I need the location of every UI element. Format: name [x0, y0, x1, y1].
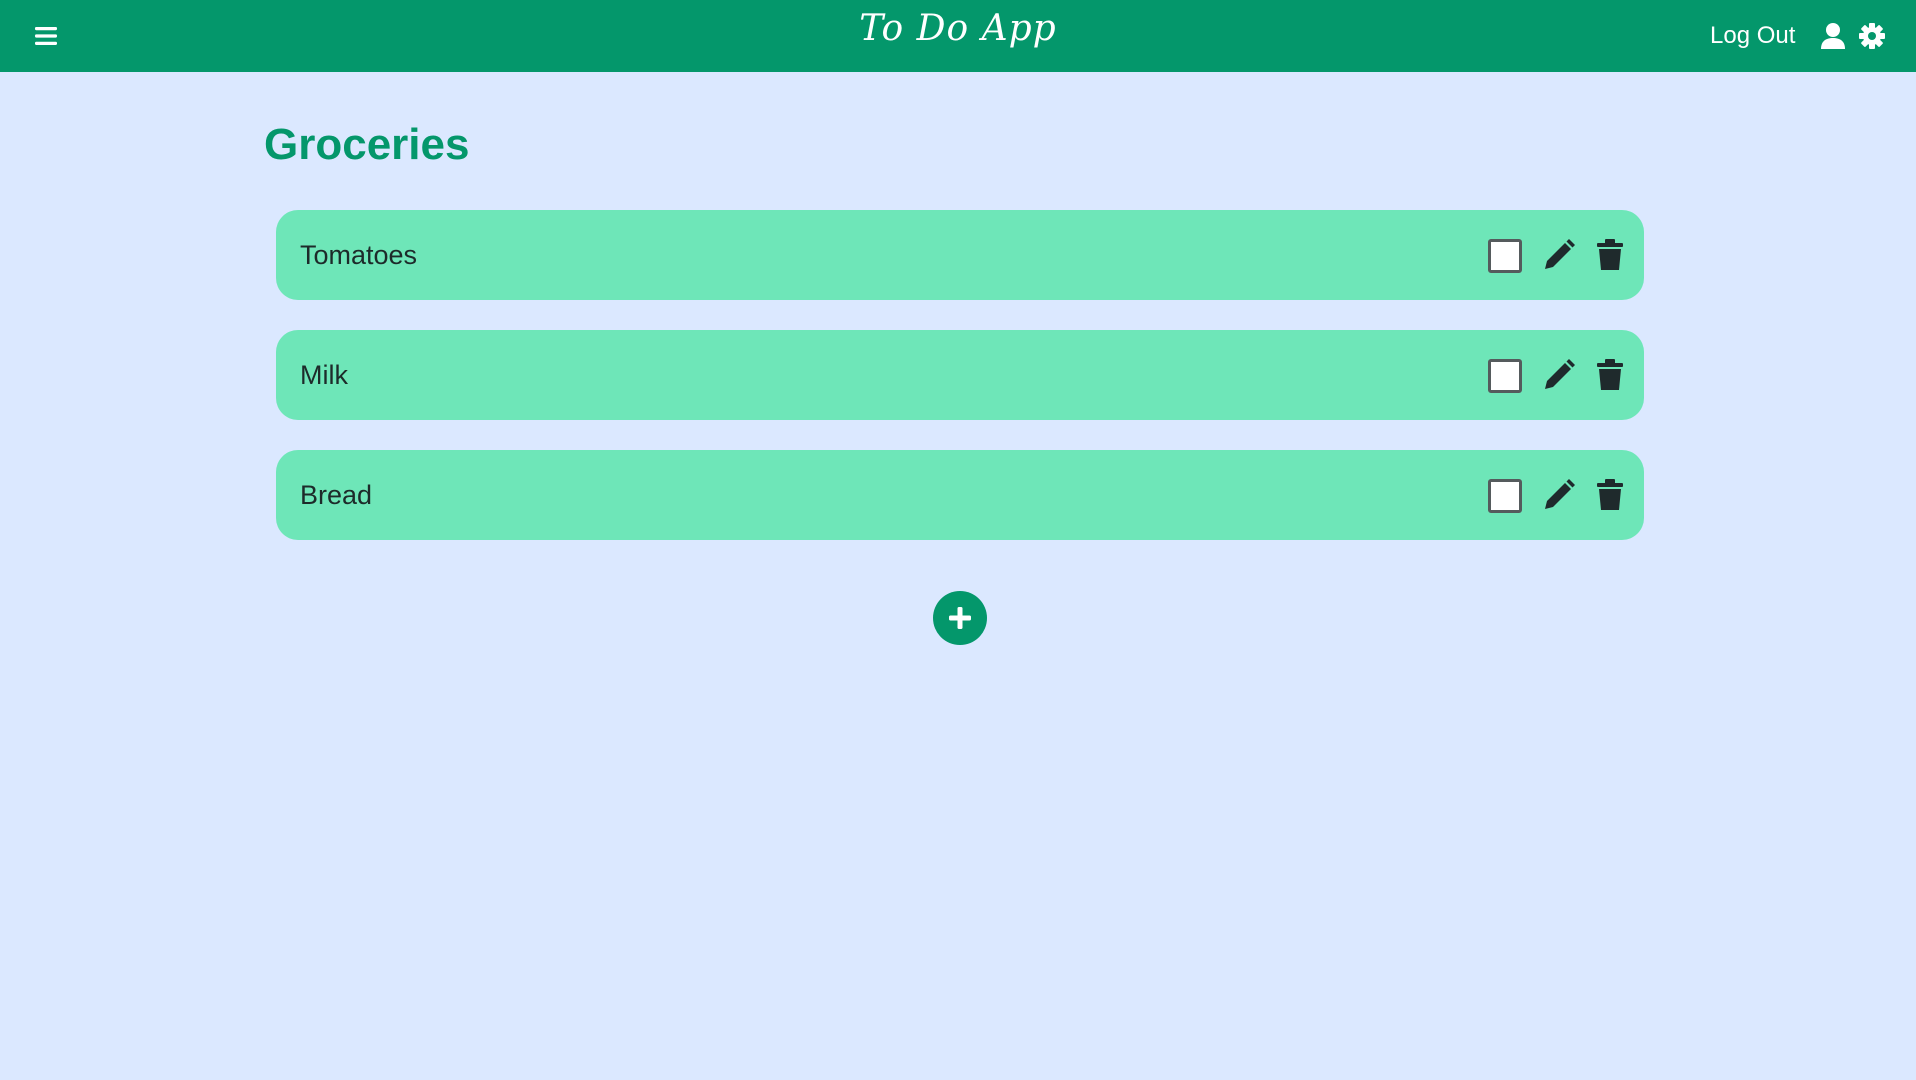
plus-icon [949, 607, 971, 629]
trash-icon [1597, 239, 1623, 270]
task-label: Tomatoes [300, 240, 418, 270]
delete-task-button[interactable] [1596, 239, 1624, 271]
app-title: To Do App [859, 8, 1057, 49]
trash-icon [1597, 479, 1623, 510]
pencil-icon [1545, 479, 1575, 509]
app-header: To Do App Log Out [0, 0, 1916, 72]
task-label: Bread [300, 480, 373, 510]
task-checkbox[interactable] [1488, 479, 1522, 513]
delete-task-button[interactable] [1596, 479, 1624, 511]
task-list: Tomatoes Milk Bread [276, 210, 1644, 570]
pencil-icon [1545, 359, 1575, 389]
pencil-icon [1545, 239, 1575, 269]
task-item: Milk [276, 330, 1644, 420]
trash-icon [1597, 359, 1623, 390]
edit-task-button[interactable] [1543, 239, 1575, 271]
task-item: Tomatoes [276, 210, 1644, 300]
user-icon [1821, 23, 1845, 49]
add-task-button[interactable] [933, 591, 987, 645]
logout-button[interactable]: Log Out [1710, 22, 1795, 50]
user-button[interactable] [1820, 22, 1846, 50]
settings-button[interactable] [1858, 22, 1886, 50]
task-checkbox[interactable] [1488, 239, 1522, 273]
task-item: Bread [276, 450, 1644, 540]
gear-icon [1859, 23, 1885, 49]
task-checkbox[interactable] [1488, 359, 1522, 393]
list-title: Groceries [264, 120, 470, 169]
edit-task-button[interactable] [1543, 479, 1575, 511]
task-label: Milk [300, 360, 348, 390]
edit-task-button[interactable] [1543, 359, 1575, 391]
delete-task-button[interactable] [1596, 359, 1624, 391]
